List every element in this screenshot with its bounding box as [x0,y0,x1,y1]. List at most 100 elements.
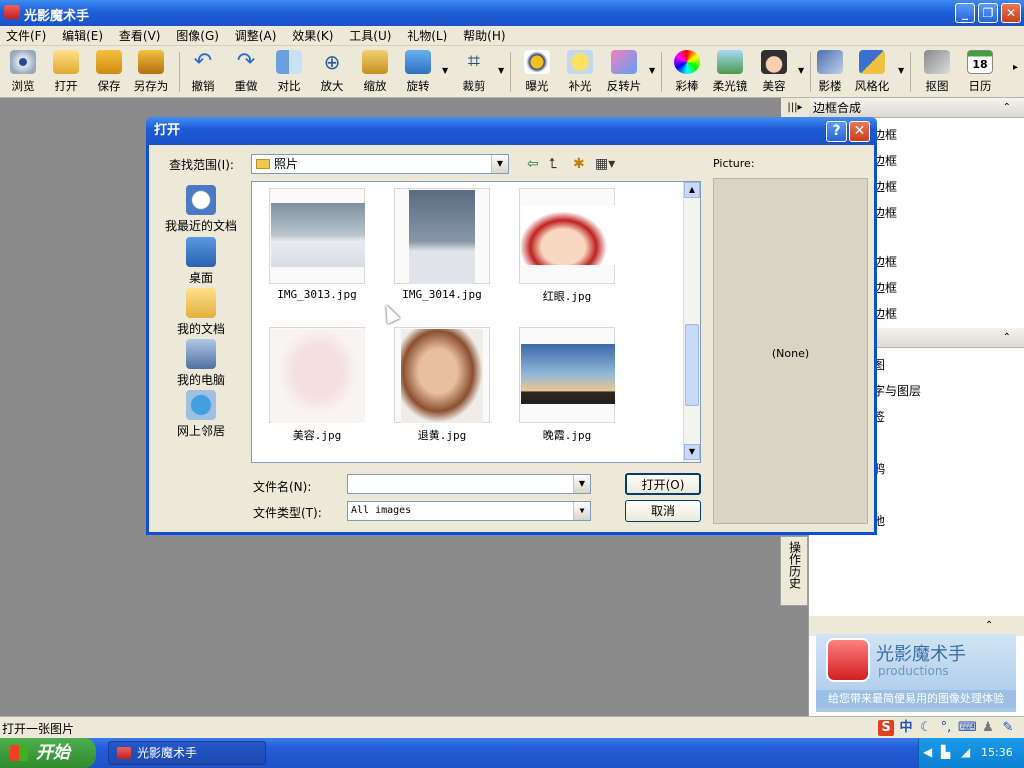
tool-compare[interactable]: 对比 [267,50,311,96]
open-button[interactable]: 打开(O) [625,473,701,495]
restore-button[interactable]: ❐ [978,3,998,23]
dialog-close-button[interactable]: ✕ [849,121,870,142]
volume-icon[interactable]: ◢ [961,745,970,759]
collapse-up-icon[interactable]: ⌃ [985,616,993,636]
dialog-title-bar[interactable]: 打开 ? ✕ [146,117,877,145]
file-thumbnail[interactable] [519,188,615,284]
file-name[interactable]: 红眼.jpg [507,288,627,304]
file-thumbnail[interactable] [269,327,365,423]
menu-adjust[interactable]: 调整(A) [229,26,283,46]
menu-edit[interactable]: 编辑(E) [56,26,109,46]
beauty-dropdown-icon[interactable]: ▼ [798,66,804,75]
network-icon[interactable]: ▙ [941,745,950,759]
tool-browse[interactable]: 浏览 [1,50,45,96]
stylize-dropdown-icon[interactable]: ▼ [898,66,904,75]
tool-cutout[interactable]: 抠图 [915,50,959,96]
tray-expand-icon[interactable]: ◀ [923,745,932,759]
tool-rotate[interactable]: 旋转 [396,50,440,96]
cancel-button[interactable]: 取消 [625,500,701,522]
tool-undo[interactable]: ↶ 撤销 [181,50,225,96]
keyboard-icon[interactable]: ⌨ [958,720,977,736]
collapse-up-icon[interactable]: ⌃ [1003,328,1011,348]
file-name[interactable]: 退黄.jpg [382,427,502,443]
ime-logo-icon[interactable]: S [878,720,894,736]
filename-input[interactable]: ▼ [347,474,591,494]
back-icon[interactable]: ⇦ [527,156,539,172]
punctuation-icon[interactable]: °, [938,720,954,736]
filetype-select[interactable]: All images ▼ [347,501,591,521]
scroll-up-icon[interactable]: ▲ [684,182,700,198]
tool-redo[interactable]: ↷ 重做 [224,50,268,96]
close-button[interactable]: ✕ [1001,3,1021,23]
tool-save[interactable]: 保存 [87,50,131,96]
scroll-down-icon[interactable]: ▼ [684,444,700,460]
clock[interactable]: 15:36 [981,746,1013,759]
tool-calendar[interactable]: 18 日历 [958,50,1002,96]
history-tab[interactable]: 操作历史 [780,536,808,606]
place-my-computer[interactable]: 我的电脑 [159,339,243,388]
start-button[interactable]: 开始 [0,738,96,768]
menu-image[interactable]: 图像(G) [170,26,225,46]
place-my-documents[interactable]: 我的文档 [159,288,243,337]
vertical-scrollbar[interactable]: ▲ ▼ [683,182,700,462]
tool-open[interactable]: 打开 [44,50,88,96]
menu-file[interactable]: 文件(F) [0,26,52,46]
file-thumbnail[interactable] [394,327,490,423]
user-icon[interactable]: ♟ [980,720,996,736]
view-menu-icon[interactable]: ▦▾ [595,156,615,172]
minimize-button[interactable]: _ [955,3,975,23]
menu-help[interactable]: 帮助(H) [457,26,511,46]
menu-tools[interactable]: 工具(U) [343,26,397,46]
file-name[interactable]: IMG_3013.jpg [257,288,377,301]
panel-expand-icon[interactable]: |||▸ [781,98,809,118]
file-name[interactable]: 美容.jpg [257,427,377,443]
panel-header-frames[interactable]: |||▸ 边框合成 ⌃ [781,98,1024,118]
tool-fill-light[interactable]: 补光 [558,50,602,96]
file-list[interactable]: IMG_3013.jpg IMG_3014.jpg 红眼.jpg 美容.jpg … [251,181,701,463]
chevron-down-icon[interactable]: ▼ [491,155,508,173]
rotate-dropdown-icon[interactable]: ▼ [442,66,448,75]
crop-dropdown-icon[interactable]: ▼ [498,66,504,75]
toolbar-more-icon[interactable]: ▸ [1013,62,1018,73]
place-network[interactable]: 网上邻居 [159,390,243,439]
moon-icon[interactable]: ☾ [918,720,934,736]
reversal-dropdown-icon[interactable]: ▼ [649,66,655,75]
collapse-up-icon[interactable]: ⌃ [1003,98,1011,118]
menu-gifts[interactable]: 礼物(L) [401,26,453,46]
tool-color-wand[interactable]: 彩棒 [665,50,709,96]
chevron-down-icon[interactable]: ▼ [573,502,590,520]
place-recent[interactable]: 我最近的文档 [159,185,243,234]
tool-resize[interactable]: 缩放 [353,50,397,96]
taskbar-app-button[interactable]: 光影魔术手 [108,741,266,765]
tool-zoom-in[interactable]: ⊕ 放大 [310,50,354,96]
chevron-down-icon[interactable]: ▼ [573,475,590,493]
ime-language[interactable]: 中 [898,720,914,736]
file-thumbnail[interactable] [394,188,490,284]
tool-studio[interactable]: 影楼 [808,50,852,96]
file-name[interactable]: 晚霞.jpg [507,427,627,443]
tool-crop[interactable]: ⌗ 裁剪 [452,50,496,96]
panel-header-logo[interactable]: ⌃ [809,616,1024,636]
folder-icon [256,159,270,169]
place-desktop[interactable]: 桌面 [159,237,243,286]
new-folder-icon[interactable]: ✱ [573,156,585,172]
folder-open-icon [53,50,79,74]
scroll-thumb[interactable] [685,324,699,406]
tool-save-as[interactable]: 另存为 [129,50,173,96]
file-thumbnail[interactable] [269,188,365,284]
reversal-film-icon [611,50,637,74]
tool-soft-light[interactable]: 柔光镜 [708,50,752,96]
rotate-icon [405,50,431,74]
help-button[interactable]: ? [826,121,847,142]
up-folder-icon[interactable]: ⮤ [549,156,557,172]
file-thumbnail[interactable] [519,327,615,423]
menu-view[interactable]: 查看(V) [113,26,167,46]
tool-stylize[interactable]: 风格化 [850,50,894,96]
tool-beauty[interactable]: 美容 [752,50,796,96]
tool-reversal-film[interactable]: 反转片 [602,50,646,96]
file-name[interactable]: IMG_3014.jpg [382,288,502,301]
look-in-combo[interactable]: 照片 ▼ [251,154,509,174]
tool-exposure[interactable]: 曝光 [515,50,559,96]
wrench-icon[interactable]: ✎ [1000,720,1016,736]
menu-effects[interactable]: 效果(K) [286,26,339,46]
